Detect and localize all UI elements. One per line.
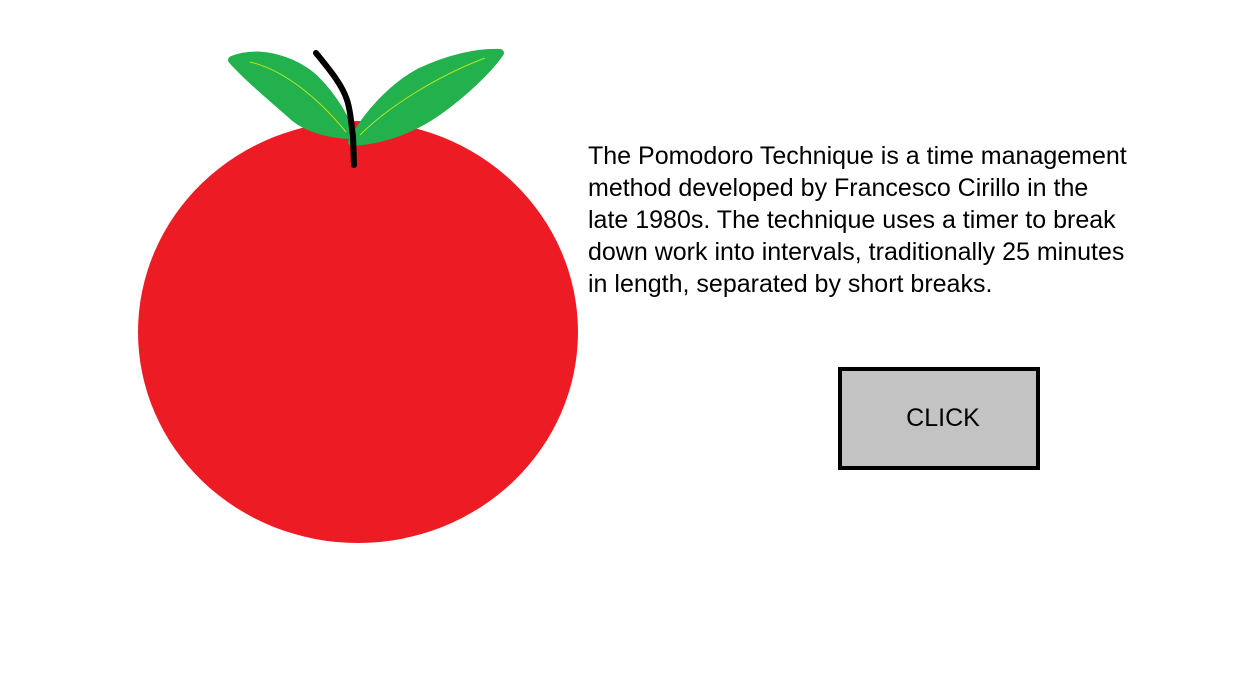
left-leaf (228, 51, 356, 139)
tomato-body (138, 121, 578, 543)
tomato-illustration (138, 48, 578, 543)
right-leaf (348, 48, 504, 146)
click-button[interactable]: CLICK (838, 367, 1040, 470)
pomodoro-description: The Pomodoro Technique is a time managem… (588, 142, 1127, 298)
